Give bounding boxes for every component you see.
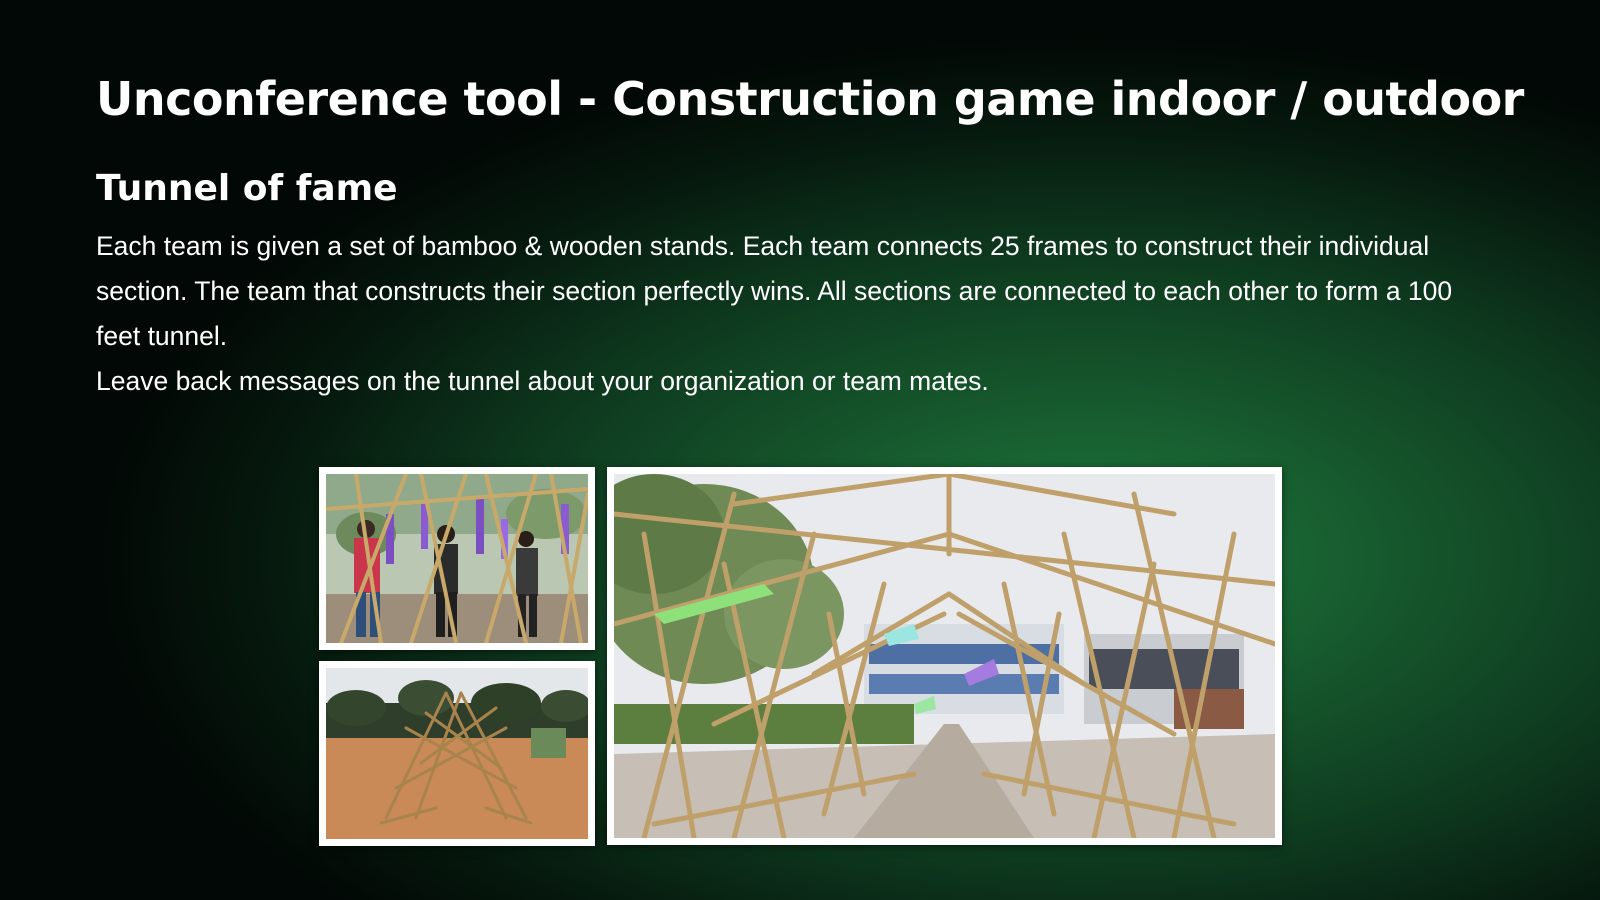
team-building-image bbox=[326, 474, 588, 643]
section-heading: Tunnel of fame bbox=[96, 168, 398, 209]
bamboo-tunnel-image bbox=[614, 474, 1275, 838]
slide-title: Unconference tool - Construction game in… bbox=[96, 72, 1524, 126]
outdoor-tunnel-photo bbox=[319, 661, 595, 846]
bamboo-tunnel-photo bbox=[607, 467, 1282, 845]
description-paragraph: Each team is given a set of bamboo & woo… bbox=[96, 231, 1453, 351]
description-paragraph: Leave back messages on the tunnel about … bbox=[96, 366, 989, 396]
description: Each team is given a set of bamboo & woo… bbox=[96, 224, 1496, 404]
outdoor-tunnel-image bbox=[326, 668, 588, 839]
team-building-photo bbox=[319, 467, 595, 650]
